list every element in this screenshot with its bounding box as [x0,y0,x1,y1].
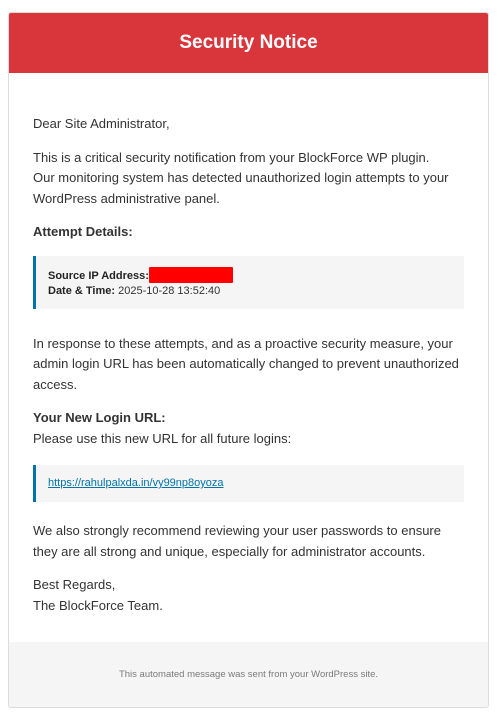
email-card: Security Notice Dear Site Administrator,… [8,12,489,708]
response-paragraph: In response to these attempts, and as a … [33,335,459,392]
datetime-row: Date & Time: 2025-10-28 13:52:40 [48,284,452,299]
datetime-label: Date & Time: [48,284,116,297]
ip-row: Source IP Address: [48,266,452,284]
email-footer: This automated message was sent from you… [9,642,488,707]
intro-line-2: Our monitoring system has detected unaut… [33,170,449,206]
email-body: Dear Site Administrator, This is a criti… [9,73,488,616]
team-signature: The BlockForce Team. [33,597,163,613]
signoff-block: Best Regards, The BlockForce Team. [33,575,464,616]
signoff: Best Regards, [33,577,116,592]
footer-text: This automated message was sent from you… [118,669,379,680]
attempt-details-title: Attempt Details: [33,224,133,239]
ip-label: Source IP Address: [48,269,149,282]
email-header: Security Notice [9,13,488,73]
new-url-instruction: Please use this new URL for all future l… [33,430,292,446]
new-login-url-link[interactable]: https://rahulpalxda.in/vy99np8oyoza [48,477,224,489]
recommendation-paragraph: We also strongly recommend reviewing you… [33,523,441,559]
redacted-ip [148,266,233,283]
datetime-value: 2025-10-28 13:52:40 [115,284,221,297]
new-url-box: https://rahulpalxda.in/vy99np8oyoza [33,465,464,502]
intro-line-1: This is a critical security notification… [33,149,430,165]
attempt-details-box: Source IP Address: Date & Time: 2025-10-… [33,255,464,309]
new-url-title: Your New Login URL: [33,410,166,425]
header-title: Security Notice [179,32,318,53]
greeting: Dear Site Administrator, [33,116,170,131]
intro-paragraph: This is a critical security notification… [33,148,464,210]
